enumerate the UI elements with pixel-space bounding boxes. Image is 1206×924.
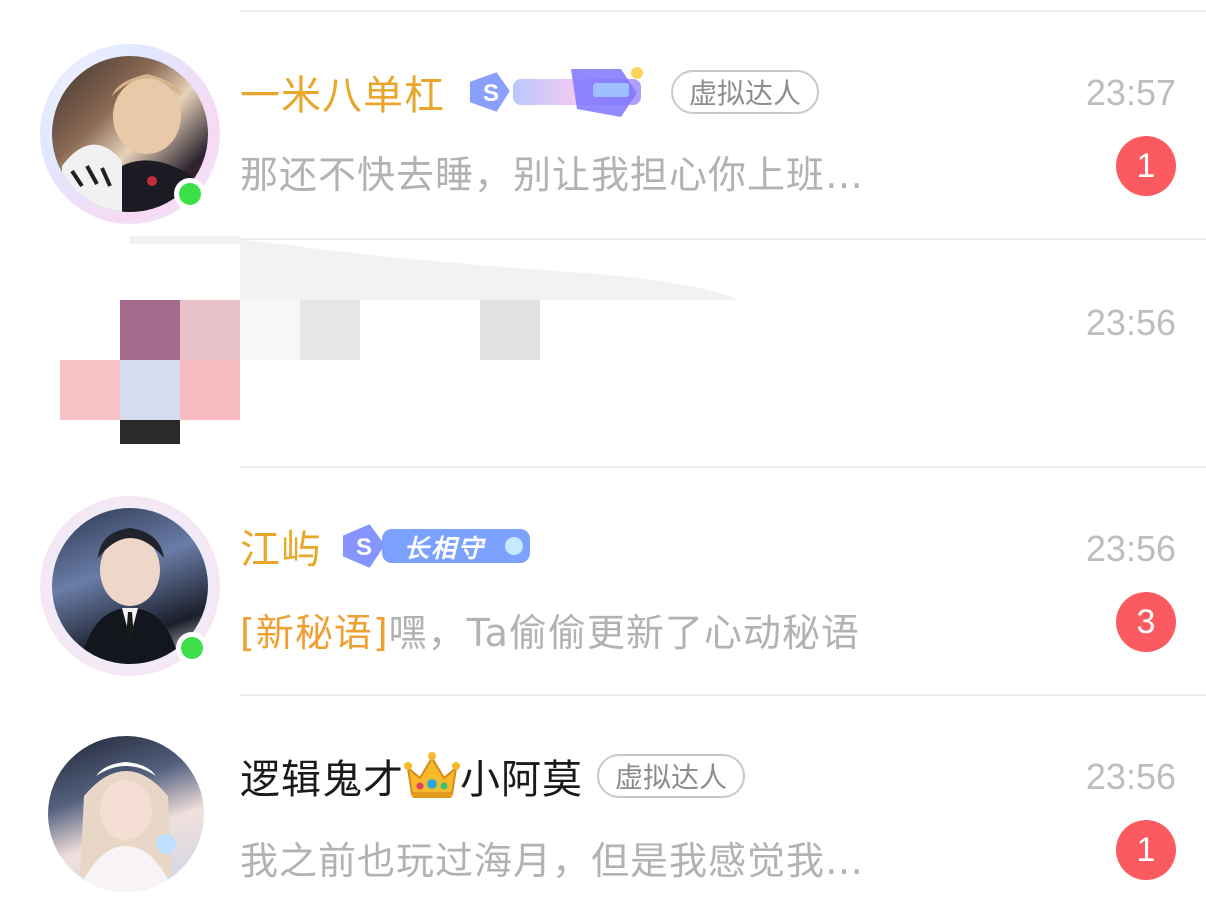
message-time: 23:56	[1085, 302, 1176, 343]
pixelated-avatar-block	[180, 360, 240, 420]
smudge-overlay	[240, 240, 740, 300]
pixelated-avatar-block	[180, 300, 240, 360]
s-level-decoration: S 长相守	[338, 517, 534, 575]
avatar-frame[interactable]	[40, 496, 220, 676]
conversation-row-1[interactable]: 一米八单杠 S 虚拟达人 23:57 那还不快去睡，别让我担心你上班… 1	[0, 12, 1206, 240]
avatar-frame[interactable]	[48, 736, 204, 892]
avatar-frame[interactable]	[40, 44, 220, 224]
message-preview-text: 嘿，Ta偷偷更新了心动秘语	[388, 611, 860, 655]
pixelated-name-block	[480, 300, 540, 360]
decoration-label: 长相守	[404, 534, 486, 563]
name-line: 逻辑鬼才 小阿莫 虚拟达人	[240, 746, 746, 806]
svg-text:S: S	[483, 80, 499, 107]
conversation-row-3[interactable]: 江屿 S 长相守 23:56 [新秘语]嘿，Ta偷偷更新了心动秘语 3	[0, 468, 1206, 696]
unread-count-badge: 1	[1116, 136, 1176, 196]
pixelated-avatar-block	[120, 360, 180, 420]
message-time: 23:57	[1085, 72, 1176, 113]
svg-text:S: S	[356, 534, 372, 561]
unread-count-badge: 3	[1116, 592, 1176, 652]
contact-name: 一米八单杠	[240, 73, 445, 119]
pixelated-avatar-block	[120, 420, 180, 444]
contact-name-part2: 小阿莫	[460, 757, 583, 803]
smudge	[130, 236, 240, 244]
message-time: 23:56	[1085, 756, 1176, 797]
message-preview: [新秘语]嘿，Ta偷偷更新了心动秘语	[240, 602, 860, 657]
pixelated-avatar-block	[120, 300, 180, 360]
pixelated-name-block	[240, 300, 300, 360]
unread-count-badge: 1	[1116, 820, 1176, 880]
virtual-talent-badge: 虚拟达人	[597, 754, 746, 798]
message-preview: 我之前也玩过海月，但是我感觉我…	[240, 839, 865, 883]
s-level-decoration: S	[468, 67, 643, 117]
conversation-row-4[interactable]: 逻辑鬼才 小阿莫 虚拟达人 23:56 我之前也玩过海月，但是我感觉我… 1	[0, 696, 1206, 924]
virtual-talent-badge: 虚拟达人	[671, 70, 820, 114]
online-status-icon	[176, 632, 208, 664]
message-preview: 那还不快去睡，别让我担心你上班…	[240, 153, 865, 197]
contact-name-part1: 逻辑鬼才	[240, 757, 404, 803]
name-line: 江屿 S 长相守	[240, 516, 534, 576]
crown-icon	[404, 752, 460, 798]
name-line: 一米八单杠 S 虚拟达人	[240, 62, 820, 122]
conversation-row-2[interactable]: 23:56	[0, 236, 1206, 468]
contact-name: 江屿	[240, 527, 322, 573]
avatar	[48, 736, 204, 892]
secret-message-tag: [新秘语]	[240, 611, 389, 655]
avatar-illustration	[78, 762, 176, 892]
online-status-icon	[174, 178, 206, 210]
pixelated-name-block	[300, 300, 360, 360]
message-time: 23:56	[1085, 528, 1176, 569]
pixelated-avatar-block	[60, 360, 120, 420]
